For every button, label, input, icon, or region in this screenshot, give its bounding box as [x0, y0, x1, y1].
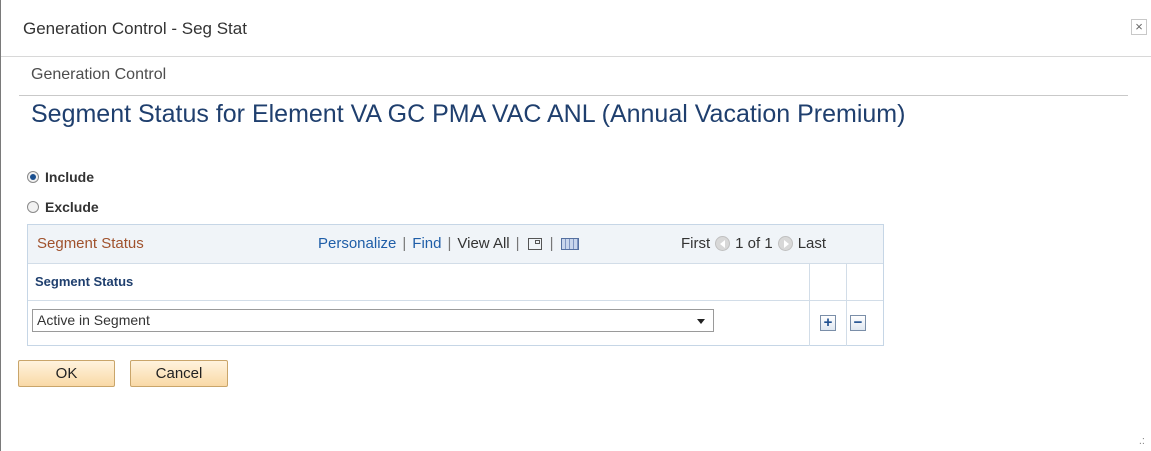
pager-range: 1 of 1 [735, 235, 773, 252]
column-divider [809, 264, 810, 346]
pager-last[interactable]: Last [798, 235, 826, 252]
include-radio-option[interactable]: Include [27, 169, 94, 185]
page-subtitle: Generation Control [31, 66, 167, 83]
modal-titlebar: Generation Control - Seg Stat × [1, 0, 1151, 57]
grid-header: Segment Status Personalize | Find | View… [28, 225, 883, 264]
personalize-link[interactable]: Personalize [318, 235, 396, 252]
segment-status-value: Active in Segment [37, 312, 150, 328]
grid-pager: First 1 of 1 Last [681, 235, 826, 252]
zoom-icon[interactable] [527, 237, 542, 250]
pager-first[interactable]: First [681, 235, 710, 252]
chevron-down-icon[interactable] [697, 319, 705, 324]
column-header-segment-status: Segment Status [35, 274, 134, 289]
download-grid-icon[interactable] [561, 237, 580, 250]
include-label: Include [45, 169, 95, 185]
page-title: Segment Status for Element VA GC PMA VAC… [31, 100, 906, 128]
separator: | [515, 235, 520, 252]
exclude-label: Exclude [45, 199, 99, 215]
modal-title: Generation Control - Seg Stat [23, 19, 247, 38]
exclude-radio-option[interactable]: Exclude [27, 199, 99, 215]
include-radio[interactable] [27, 171, 39, 183]
column-header-row: Segment Status [28, 264, 883, 301]
segment-status-grid: Segment Status Personalize | Find | View… [27, 224, 884, 346]
segment-status-select[interactable]: Active in Segment [32, 309, 714, 332]
divider [19, 95, 1128, 96]
resize-grip-icon[interactable]: .: [1139, 435, 1145, 447]
cancel-button[interactable]: Cancel [130, 360, 228, 387]
grid-title: Segment Status [37, 235, 144, 252]
exclude-radio[interactable] [27, 201, 39, 213]
delete-row-icon[interactable]: − [850, 315, 866, 331]
find-link[interactable]: Find [412, 235, 441, 252]
separator: | [402, 235, 407, 252]
add-row-icon[interactable]: + [820, 315, 836, 331]
separator: | [447, 235, 452, 252]
separator: | [549, 235, 554, 252]
previous-row-icon[interactable] [715, 236, 731, 251]
modal-window: Generation Control - Seg Stat × Generati… [0, 0, 1151, 451]
next-row-icon[interactable] [777, 236, 793, 251]
grid-toolbar: Personalize | Find | View All | | [318, 235, 581, 252]
ok-button[interactable]: OK [18, 360, 115, 387]
close-icon[interactable]: × [1131, 19, 1147, 35]
view-all-link[interactable]: View All [457, 235, 509, 252]
column-divider [846, 264, 847, 346]
